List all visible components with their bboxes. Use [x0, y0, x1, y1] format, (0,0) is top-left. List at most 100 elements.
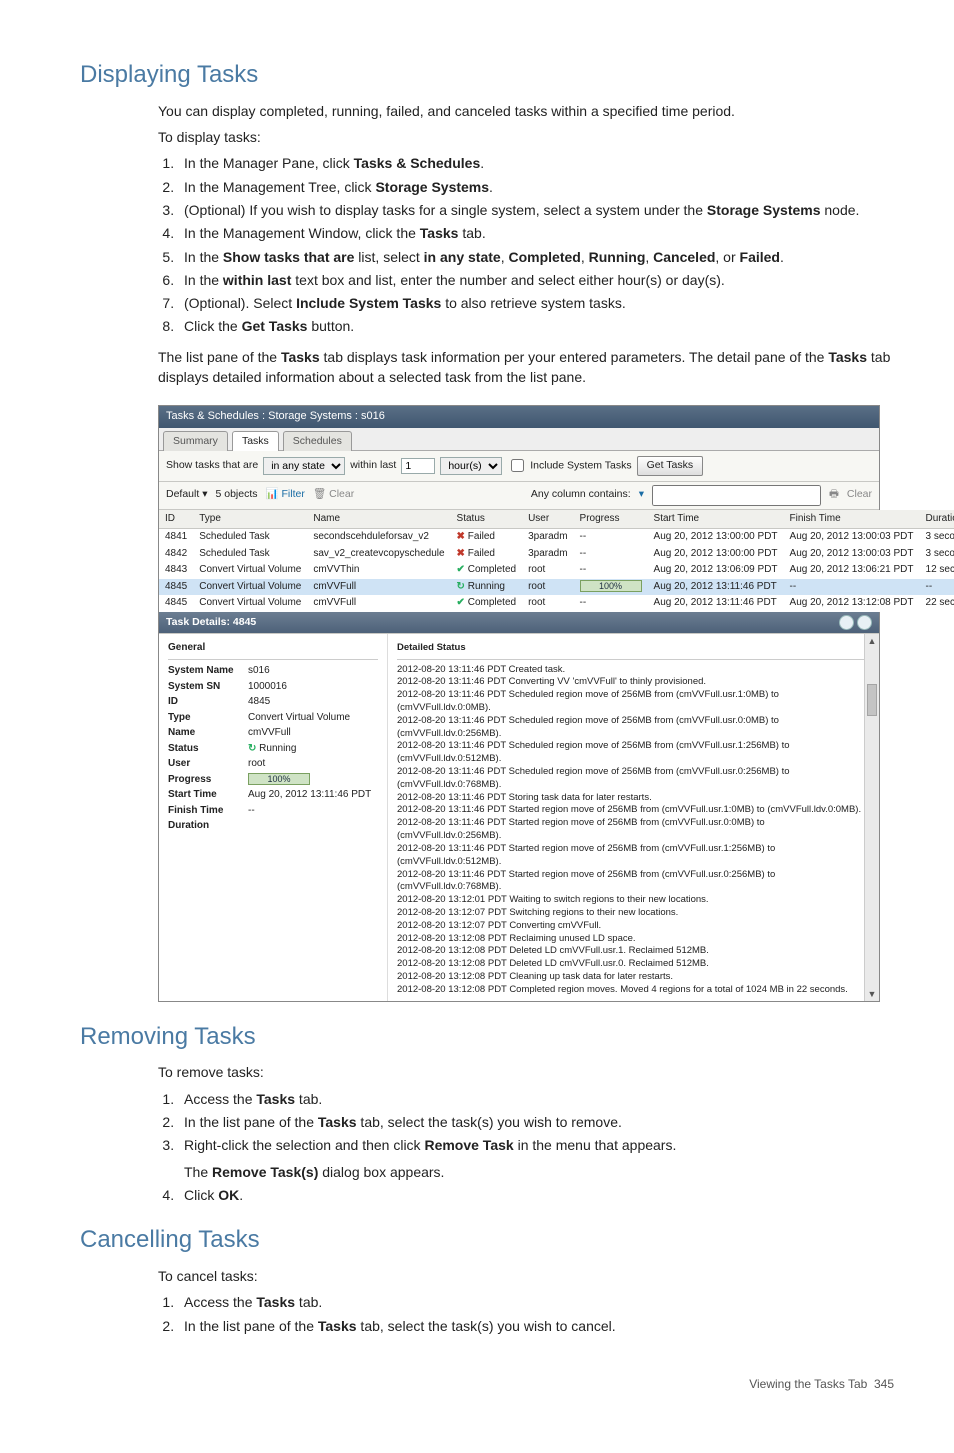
- scroll-down-arrow[interactable]: ▼: [865, 987, 879, 1001]
- status-line: 2012-08-20 13:11:46 PDT Storing task dat…: [397, 792, 870, 805]
- cell: Convert Virtual Volume: [193, 595, 307, 612]
- cell: Aug 20, 2012 13:11:46 PDT: [648, 595, 784, 612]
- table-row[interactable]: 4843Convert Virtual VolumecmVVThin✔ Comp…: [159, 562, 954, 579]
- printer-icon[interactable]: 🖶: [829, 487, 839, 502]
- cell: --: [574, 595, 648, 612]
- field-row: ID4845: [168, 695, 378, 710]
- table-row[interactable]: 4845Convert Virtual VolumecmVVFull↻ Runn…: [159, 579, 954, 596]
- column-header[interactable]: Finish Time: [784, 510, 920, 529]
- step-item: Access the Tasks tab.: [178, 1089, 894, 1109]
- heading-displaying-tasks: Displaying Tasks: [80, 58, 894, 93]
- contains-input[interactable]: [652, 485, 821, 506]
- refresh-icon[interactable]: [839, 615, 854, 630]
- field-row: Duration: [168, 819, 378, 834]
- details-body: General System Names016System SN1000016I…: [159, 633, 879, 1001]
- intro-paragraph: To cancel tasks:: [158, 1266, 894, 1286]
- contains-dropdown[interactable]: ▾: [639, 487, 644, 502]
- cell: cmVVFull: [307, 579, 450, 596]
- include-system-tasks[interactable]: Include System Tasks: [507, 456, 631, 475]
- unit-select[interactable]: hour(s): [440, 457, 502, 475]
- cell: root: [522, 562, 573, 579]
- tab-tasks[interactable]: Tasks: [232, 431, 279, 451]
- cell: --: [920, 579, 954, 596]
- cell: 22 seconds: [920, 595, 954, 612]
- field-value: 1000016: [248, 680, 378, 695]
- cell: 4842: [159, 546, 193, 563]
- cell: ✔ Completed: [451, 595, 523, 612]
- column-header[interactable]: Progress: [574, 510, 648, 529]
- step-item: In the Show tasks that are list, select …: [178, 247, 894, 267]
- cell: secondscehduleforsav_v2: [307, 529, 450, 546]
- field-label: Start Time: [168, 788, 248, 803]
- state-select[interactable]: in any state: [263, 457, 345, 475]
- field-value: root: [248, 757, 378, 772]
- app-title: Tasks & Schedules : Storage Systems : s0…: [166, 409, 385, 425]
- table-row[interactable]: 4845Convert Virtual VolumecmVVFull✔ Comp…: [159, 595, 954, 612]
- clear-filter-link[interactable]: 🗑 Clear: [313, 487, 354, 502]
- include-checkbox[interactable]: [511, 459, 524, 472]
- cell: cmVVThin: [307, 562, 450, 579]
- within-input[interactable]: [401, 458, 435, 474]
- detailed-status-column: Detailed Status 2012-08-20 13:11:46 PDT …: [388, 634, 879, 1001]
- cell: cmVVFull: [307, 595, 450, 612]
- column-header[interactable]: Type: [193, 510, 307, 529]
- steps-list: Access the Tasks tab.In the list pane of…: [158, 1292, 894, 1336]
- field-label: Status: [168, 742, 248, 757]
- field-value: cmVVFull: [248, 726, 378, 741]
- field-label: User: [168, 757, 248, 772]
- cell: Aug 20, 2012 13:00:03 PDT: [784, 529, 920, 546]
- column-header[interactable]: User: [522, 510, 573, 529]
- tab-summary[interactable]: Summary: [163, 431, 228, 451]
- cell: 4845: [159, 595, 193, 612]
- cell: root: [522, 595, 573, 612]
- steps-list: Access the Tasks tab.In the list pane of…: [158, 1089, 894, 1205]
- table-row[interactable]: 4841Scheduled Tasksecondscehduleforsav_v…: [159, 529, 954, 546]
- field-value: --: [248, 804, 378, 819]
- step-item: Click OK.: [178, 1185, 894, 1205]
- status-line: 2012-08-20 13:11:46 PDT Started region m…: [397, 869, 870, 895]
- step-item: (Optional) If you wish to display tasks …: [178, 200, 894, 220]
- field-label: Type: [168, 711, 248, 726]
- step-item: In the within last text box and list, en…: [178, 270, 894, 290]
- table-row[interactable]: 4842Scheduled Tasksav_v2_createvcopysche…: [159, 546, 954, 563]
- intro-paragraph: To remove tasks:: [158, 1062, 894, 1082]
- scroll-thumb[interactable]: [867, 684, 877, 716]
- contains-label: Any column contains:: [531, 487, 631, 502]
- status-line: 2012-08-20 13:11:46 PDT Scheduled region…: [397, 740, 870, 766]
- field-value: [248, 819, 378, 834]
- field-label: Name: [168, 726, 248, 741]
- cell: ✔ Completed: [451, 562, 523, 579]
- cell: Aug 20, 2012 13:00:00 PDT: [648, 546, 784, 563]
- field-label: System SN: [168, 680, 248, 695]
- vertical-scrollbar[interactable]: ▲ ▼: [864, 634, 879, 1001]
- help-icon[interactable]: [857, 615, 872, 630]
- cell: Aug 20, 2012 13:00:00 PDT: [648, 529, 784, 546]
- step-item: In the Manager Pane, click Tasks & Sched…: [178, 153, 894, 173]
- cell: Scheduled Task: [193, 529, 307, 546]
- scroll-up-arrow[interactable]: ▲: [865, 634, 879, 648]
- tab-schedules[interactable]: Schedules: [283, 431, 352, 451]
- filter-link[interactable]: 📊 Filter: [266, 487, 305, 502]
- column-header[interactable]: Duration: [920, 510, 954, 529]
- status-line: 2012-08-20 13:12:01 PDT Waiting to switc…: [397, 894, 870, 907]
- status-line: 2012-08-20 13:11:46 PDT Scheduled region…: [397, 715, 870, 741]
- cell: ↻ Running: [451, 579, 523, 596]
- column-header[interactable]: ID: [159, 510, 193, 529]
- step-item: Click the Get Tasks button.: [178, 316, 894, 336]
- step-item: In the Management Window, click the Task…: [178, 223, 894, 243]
- field-value: 4845: [248, 695, 378, 710]
- column-header[interactable]: Name: [307, 510, 450, 529]
- column-header[interactable]: Start Time: [648, 510, 784, 529]
- get-tasks-button[interactable]: Get Tasks: [637, 456, 704, 475]
- column-header[interactable]: Status: [451, 510, 523, 529]
- cell: --: [574, 546, 648, 563]
- cell: 3 seconds: [920, 546, 954, 563]
- right-clear-link[interactable]: Clear: [847, 487, 872, 502]
- field-row: TypeConvert Virtual Volume: [168, 711, 378, 726]
- field-row: System SN1000016: [168, 680, 378, 695]
- tab-strip: SummaryTasksSchedules: [159, 428, 879, 451]
- group-select[interactable]: Default ▾: [166, 487, 207, 502]
- show-label: Show tasks that are: [166, 458, 258, 473]
- detailed-status-header: Detailed Status: [397, 638, 870, 660]
- cell: Convert Virtual Volume: [193, 579, 307, 596]
